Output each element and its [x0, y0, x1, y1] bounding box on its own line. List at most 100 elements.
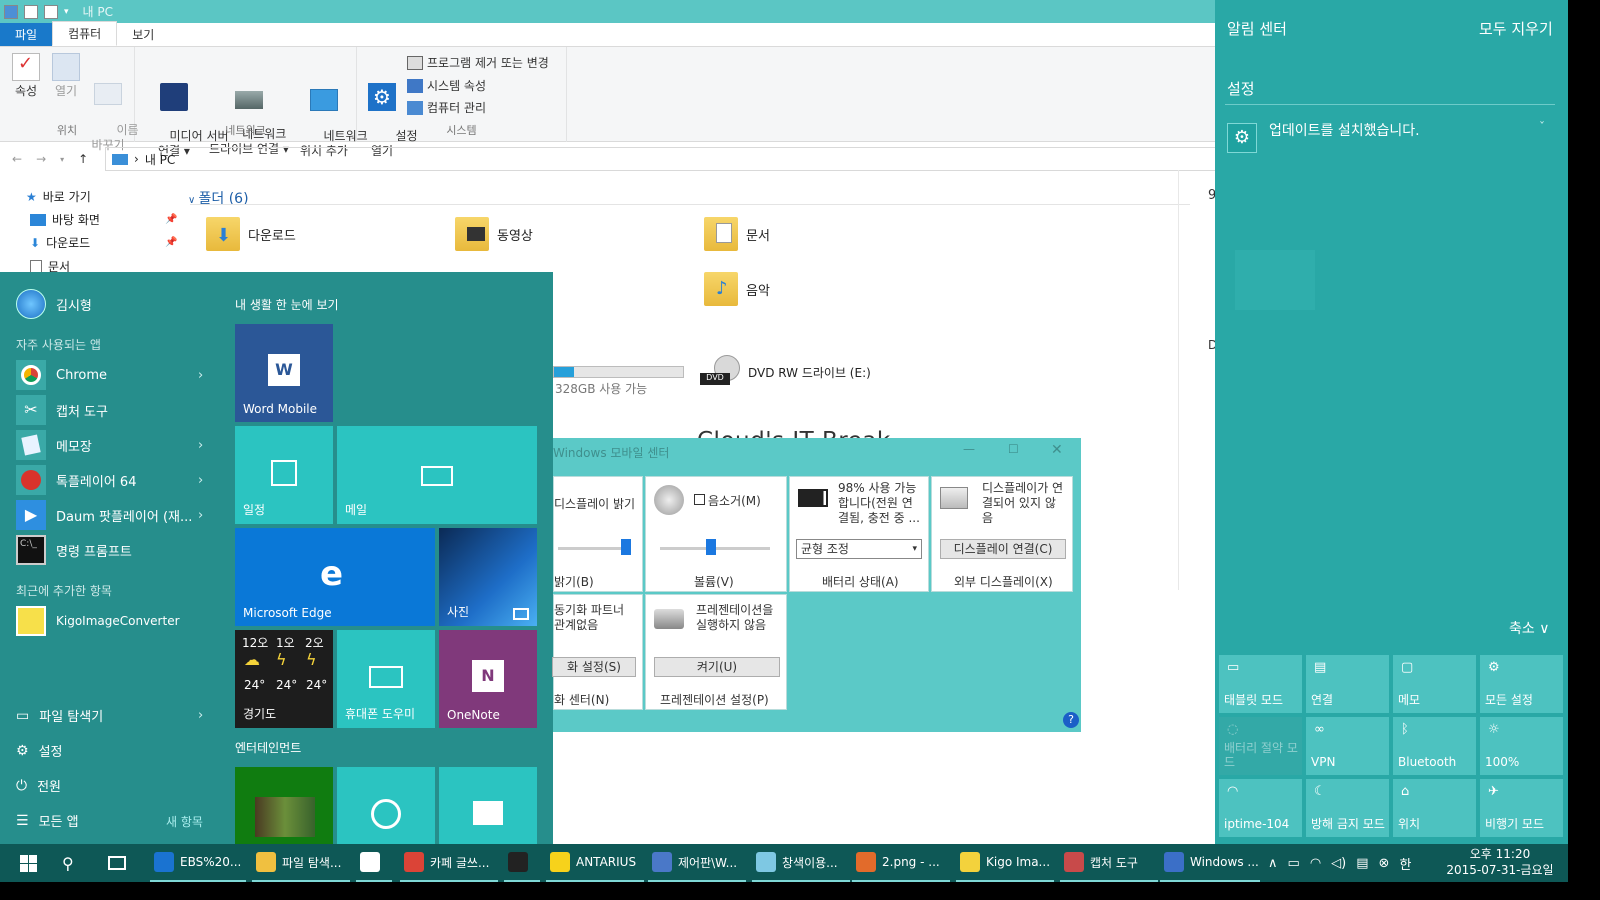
sync-settings-button[interactable]: 화 설정(S) [552, 657, 636, 677]
mute-checkbox[interactable] [694, 494, 705, 505]
taskbar-app[interactable]: 제어판\W... [648, 844, 746, 882]
close-circle-icon[interactable]: ⊗ [1379, 856, 1390, 871]
tile-word-mobile[interactable]: W Word Mobile [235, 324, 333, 422]
taskbar-app[interactable]: Windows ... [1160, 844, 1260, 882]
chevron-right-icon[interactable]: › [198, 473, 203, 488]
app-potplayer[interactable]: ▶ Daum 팟플레이어 (재... › [16, 500, 203, 530]
open-button[interactable]: 열기 [48, 47, 84, 99]
user-account[interactable]: 김시형 [16, 289, 92, 319]
minimize-icon[interactable]: — [963, 442, 975, 456]
tile-onenote[interactable]: N OneNote [439, 630, 537, 728]
qat-dropdown-icon[interactable]: ▾ [64, 7, 69, 17]
tile-groove-music[interactable] [337, 767, 435, 844]
chevron-right-icon[interactable]: › [198, 708, 203, 723]
tile-phone-companion[interactable]: 휴대폰 도우미 [337, 630, 435, 728]
settings-link[interactable]: ⚙ 설정 [16, 741, 62, 761]
folders-group-header[interactable]: ∨ 폴더 (6) [188, 188, 249, 208]
dvd-drive[interactable]: DVD DVD RW 드라이브 (E:) [700, 355, 871, 389]
up-arrow-icon[interactable]: ↑ [78, 152, 88, 166]
file-explorer-link[interactable]: ▭ 파일 탐색기 › [16, 706, 203, 726]
start-button[interactable] [8, 844, 42, 882]
app-talkplayer[interactable]: 톡플레이어 64 › [16, 465, 203, 495]
check-qat-icon[interactable] [24, 4, 38, 19]
taskbar-app[interactable]: EBS%20... [150, 844, 246, 882]
taskbar-app[interactable]: ANTARIUS [546, 844, 644, 882]
tile-movies-tv[interactable] [439, 767, 537, 844]
tile-mail[interactable]: 메일 [337, 426, 537, 524]
notification-update[interactable]: ⚙ 업데이트를 설치했습니다. ˇ [1225, 120, 1555, 156]
nav-quick-access[interactable]: ★ 바로 가기 [26, 188, 91, 205]
folder-documents[interactable]: 문서 [704, 217, 770, 251]
app-chrome[interactable]: Chrome › [16, 360, 203, 390]
wifi-icon[interactable]: ◠ [1310, 856, 1321, 871]
breadcrumb[interactable]: 내 PC [145, 151, 175, 168]
quick-action-tile[interactable]: ⚙ 모든 설정 [1480, 655, 1563, 713]
quick-action-tile[interactable]: ✈ 비행기 모드 [1480, 779, 1563, 837]
tab-computer[interactable]: 컴퓨터 [52, 21, 118, 46]
task-view-button[interactable] [104, 844, 134, 882]
pin-icon[interactable]: 📌 [165, 214, 177, 225]
forward-arrow-icon[interactable]: → [36, 152, 46, 166]
address-bar[interactable]: › 내 PC [105, 147, 1235, 171]
quick-action-tile[interactable]: ᛒ Bluetooth [1393, 717, 1476, 775]
presentation-on-button[interactable]: 켜기(U) [654, 657, 780, 677]
properties-qat-icon[interactable] [4, 4, 18, 19]
app-command-prompt[interactable]: C:\_ 명령 프롬프트 [16, 535, 132, 565]
brightness-slider[interactable] [558, 547, 628, 550]
properties-button[interactable]: ✓ 속성 [6, 47, 46, 99]
quick-action-tile[interactable]: ☼ 100% [1480, 717, 1563, 775]
volume-icon[interactable]: ◁) [1331, 856, 1346, 871]
chevron-right-icon[interactable]: › [198, 368, 203, 383]
tile-xbox[interactable] [235, 767, 333, 844]
collapse-button[interactable]: 축소 ∨ [1509, 618, 1549, 638]
system-properties-button[interactable]: 시스템 속성 [407, 77, 486, 94]
clock[interactable]: 오후 11:20 2015-07-31-금요일 [1440, 846, 1560, 878]
taskbar-app[interactable]: 카페 글쓰... [400, 844, 498, 882]
app-snipping-tool[interactable]: ✂ 캡처 도구 [16, 395, 108, 425]
quick-action-tile[interactable]: ⌂ 위치 [1393, 779, 1476, 837]
tab-file[interactable]: 파일 [0, 23, 53, 46]
quick-action-tile[interactable]: ▭ 태블릿 모드 [1219, 655, 1302, 713]
taskbar-app[interactable] [504, 844, 540, 882]
expand-chevron-icon[interactable]: ˇ [1539, 120, 1545, 134]
tile-calendar[interactable]: 일정 [235, 426, 333, 524]
back-arrow-icon[interactable]: ← [12, 152, 22, 166]
taskbar-app[interactable]: 캡처 도구 [1060, 844, 1158, 882]
nav-item-desktop[interactable]: 바탕 화면 📌 [30, 211, 177, 228]
search-button[interactable]: ⚲ [58, 844, 88, 882]
connect-display-button[interactable]: 디스플레이 연결(C) [940, 539, 1066, 559]
taskbar-app[interactable]: Kigo Ima... [956, 844, 1054, 882]
brightness-slider-thumb[interactable] [621, 539, 631, 555]
uninstall-program-button[interactable]: 프로그램 제거 또는 변경 [407, 54, 549, 71]
app-notepad[interactable]: 메모장 › [16, 430, 203, 460]
volume-slider-thumb[interactable] [706, 539, 716, 555]
quick-action-tile[interactable]: ◌ 배터리 절약 모 드 [1219, 717, 1302, 775]
power-button[interactable]: ⏻ 전원 [16, 776, 61, 796]
clear-all-button[interactable]: 모두 지우기 [1479, 18, 1553, 39]
app-kigo-image-converter[interactable]: KigoImageConverter [16, 606, 180, 636]
nav-item-downloads[interactable]: ⬇ 다운로드 📌 [30, 234, 177, 251]
chevron-up-icon[interactable]: ∧ [1268, 856, 1278, 871]
folder-music[interactable]: ♪ 음악 [704, 272, 770, 306]
power-plan-select[interactable]: 균형 조정 ▾ [796, 539, 922, 559]
tab-view[interactable]: 보기 [117, 23, 169, 46]
folder-downloads[interactable]: ⬇ 다운로드 [206, 217, 296, 251]
close-icon[interactable]: ✕ [1051, 442, 1063, 458]
taskbar-app[interactable] [356, 844, 392, 882]
tile-microsoft-edge[interactable]: e Microsoft Edge [235, 528, 435, 626]
quick-action-tile[interactable]: ∞ VPN [1306, 717, 1389, 775]
all-apps-link[interactable]: ☰ 모든 앱 [16, 811, 79, 831]
quick-action-tile[interactable]: ◠ iptime-104 [1219, 779, 1302, 837]
battery-icon[interactable]: ▭ [1288, 856, 1300, 871]
taskbar-app[interactable]: 2.png - ... [852, 844, 950, 882]
chevron-right-icon[interactable]: › [198, 438, 203, 453]
new-folder-qat-icon[interactable] [44, 4, 58, 19]
quick-action-tile[interactable]: ▤ 연결 [1306, 655, 1389, 713]
help-icon[interactable]: ? [1063, 712, 1079, 728]
computer-management-button[interactable]: 컴퓨터 관리 [407, 99, 486, 116]
maximize-icon[interactable]: ☐ [1008, 442, 1019, 456]
taskbar-app[interactable]: 창색이용... [752, 844, 850, 882]
taskbar-app[interactable]: 파일 탐색... [252, 844, 350, 882]
action-center-icon[interactable]: ▤ [1356, 856, 1368, 871]
chevron-right-icon[interactable]: › [198, 508, 203, 523]
